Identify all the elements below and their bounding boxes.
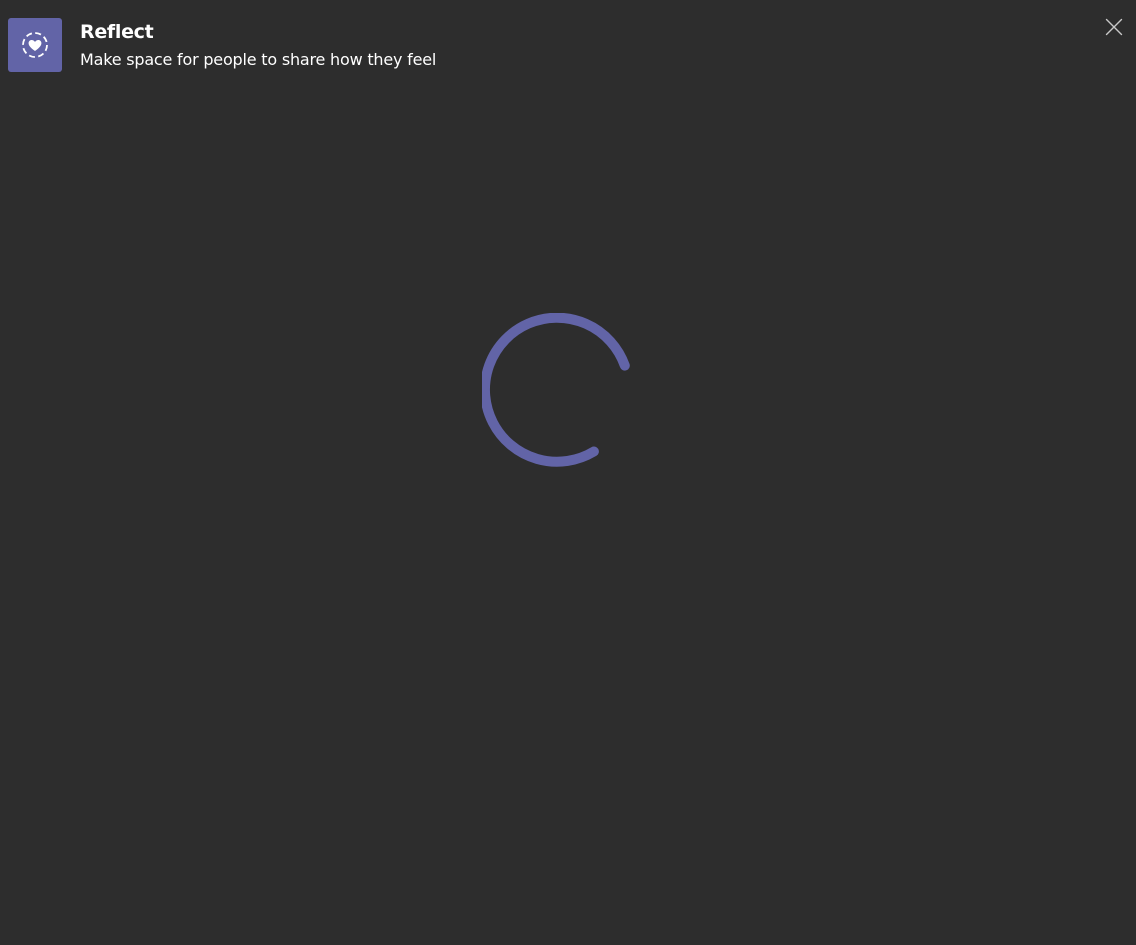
app-title: Reflect (80, 21, 154, 43)
loading-spinner-icon (482, 313, 630, 467)
reflect-app-icon (8, 18, 62, 72)
reflect-heart-icon (22, 32, 48, 58)
close-button[interactable] (1100, 13, 1128, 41)
close-icon (1105, 18, 1123, 36)
reflect-dialog: Reflect Make space for people to share h… (0, 0, 1136, 945)
app-subtitle: Make space for people to share how they … (80, 50, 437, 69)
